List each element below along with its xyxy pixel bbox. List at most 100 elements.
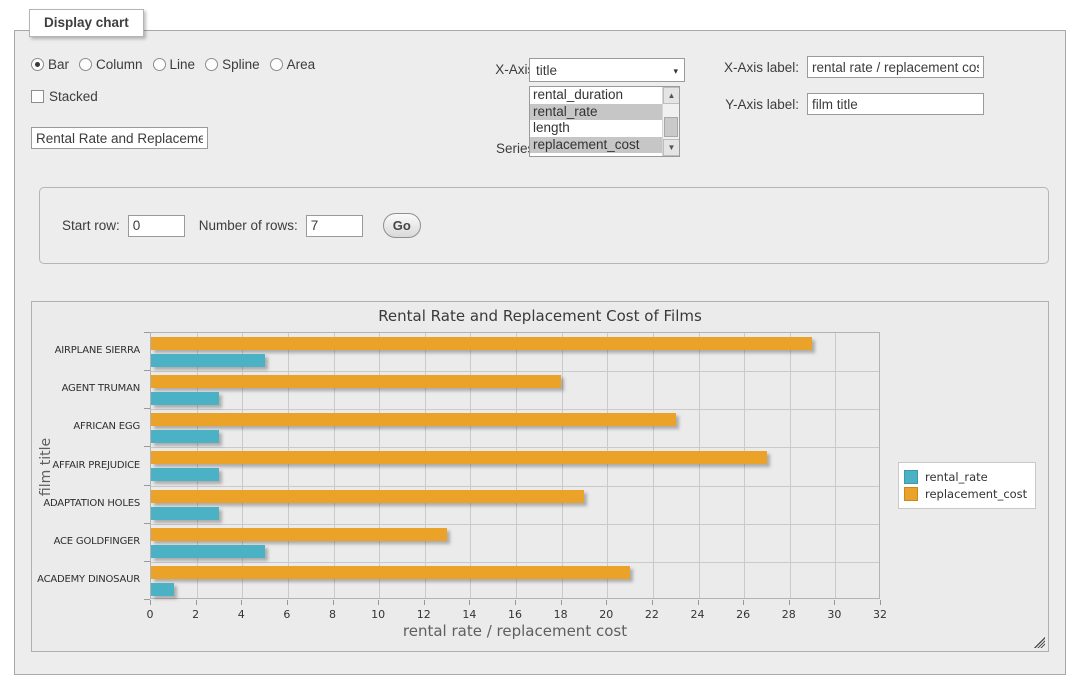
radio-icon[interactable] [153,58,166,71]
x-tick-mark [287,600,288,605]
x-tick-label: 4 [226,608,256,621]
series-select[interactable]: rental_durationrental_ratelengthreplacem… [529,86,680,157]
y-tick-mark [144,370,150,371]
x-tick-mark [880,600,881,605]
y-tick-mark [144,523,150,524]
gridline-horizontal [151,371,879,372]
resize-handle-icon[interactable] [1034,637,1045,648]
chart-type-radio-area[interactable]: Area [270,57,316,72]
chart-type-radio-column[interactable]: Column [79,57,143,72]
y-axis-label-label: Y-Axis label: [715,97,799,112]
bar-replacement_cost [151,375,561,388]
bar-rental_rate [151,468,219,481]
radio-label: Spline [222,57,260,72]
gridline-horizontal [151,486,879,487]
x-tick-mark [743,600,744,605]
series-scrollbar[interactable]: ▲ ▼ [662,87,679,156]
x-tick-label: 32 [865,608,895,621]
x-axis-select-value: title [536,63,557,78]
gridline-vertical [790,333,791,598]
y-tick-mark [144,446,150,447]
y-tick-mark [144,561,150,562]
series-select-label: Series: [470,141,538,156]
category-label: AFFAIR PREJUDICE [36,460,140,471]
chart-container: Rental Rate and Replacement Cost of Film… [31,301,1049,652]
series-option-rental_duration[interactable]: rental_duration [530,87,679,104]
gridline-vertical [744,333,745,598]
gridline-vertical [607,333,608,598]
chart-title-input[interactable] [31,127,208,149]
x-tick-label: 0 [135,608,165,621]
gridline-vertical [562,333,563,598]
x-tick-mark [469,600,470,605]
stacked-label: Stacked [49,89,98,104]
y-axis-label-input[interactable] [807,93,984,115]
x-axis-label-label: X-Axis label: [715,60,799,75]
gridline-horizontal [151,524,879,525]
y-tick-mark [144,485,150,486]
x-tick-mark [241,600,242,605]
legend-label: rental_rate [925,470,988,484]
start-row-label: Start row: [62,218,120,233]
gridline-vertical [242,333,243,598]
chart-type-radio-spline[interactable]: Spline [205,57,260,72]
select-dropdown-arrow-icon: ▾ [673,66,678,77]
radio-icon[interactable] [205,58,218,71]
chart-type-radio-line[interactable]: Line [153,57,196,72]
x-tick-mark [424,600,425,605]
x-tick-label: 30 [819,608,849,621]
series-option-replacement_cost[interactable]: replacement_cost [530,137,679,154]
x-tick-mark [789,600,790,605]
x-tick-label: 12 [409,608,439,621]
stacked-checkbox[interactable] [31,90,44,103]
gridline-vertical [699,333,700,598]
bar-replacement_cost [151,490,584,503]
category-label: AFRICAN EGG [36,421,140,432]
row-params-panel: Start row: Number of rows: Go [39,187,1049,264]
fieldset-legend: Display chart [29,9,144,37]
series-option-rental_rate[interactable]: rental_rate [530,104,679,121]
scroll-up-icon[interactable]: ▲ [663,87,680,104]
start-row-input[interactable] [128,215,185,237]
radio-label: Column [96,57,143,72]
series-option-length[interactable]: length [530,120,679,137]
stacked-checkbox-row[interactable]: Stacked [31,89,98,104]
radio-label: Bar [48,57,69,72]
go-button[interactable]: Go [383,213,421,238]
x-tick-label: 14 [454,608,484,621]
x-tick-mark [515,600,516,605]
chart-title: Rental Rate and Replacement Cost of Film… [32,307,1048,325]
gridline-vertical [653,333,654,598]
x-tick-mark [561,600,562,605]
x-tick-mark [150,600,151,605]
radio-label: Area [287,57,316,72]
bar-rental_rate [151,507,219,520]
radio-label: Line [170,57,196,72]
scroll-down-icon[interactable]: ▼ [663,139,680,156]
x-tick-mark [378,600,379,605]
x-tick-mark [652,600,653,605]
x-tick-mark [834,600,835,605]
chart-x-axis-title: rental rate / replacement cost [150,622,880,640]
x-axis-select-label: X-Axis: [470,62,538,77]
gridline-vertical [379,333,380,598]
chart-type-radio-group: Bar Column Line Spline Area [31,57,315,72]
bar-replacement_cost [151,337,812,350]
x-axis-select[interactable]: title ▾ [529,58,685,82]
x-tick-label: 20 [591,608,621,621]
radio-icon[interactable] [270,58,283,71]
x-tick-mark [606,600,607,605]
x-tick-label: 16 [500,608,530,621]
x-tick-label: 26 [728,608,758,621]
radio-icon[interactable] [79,58,92,71]
chart-type-radio-bar[interactable]: Bar [31,57,69,72]
category-label: AIRPLANE SIERRA [36,345,140,356]
scrollbar-thumb[interactable] [664,117,678,137]
num-rows-input[interactable] [306,215,363,237]
chart-legend: rental_ratereplacement_cost [898,462,1036,509]
radio-icon[interactable] [31,58,44,71]
x-tick-label: 28 [774,608,804,621]
bar-rental_rate [151,583,174,596]
gridline-vertical [835,333,836,598]
x-axis-label-input[interactable] [807,56,984,78]
